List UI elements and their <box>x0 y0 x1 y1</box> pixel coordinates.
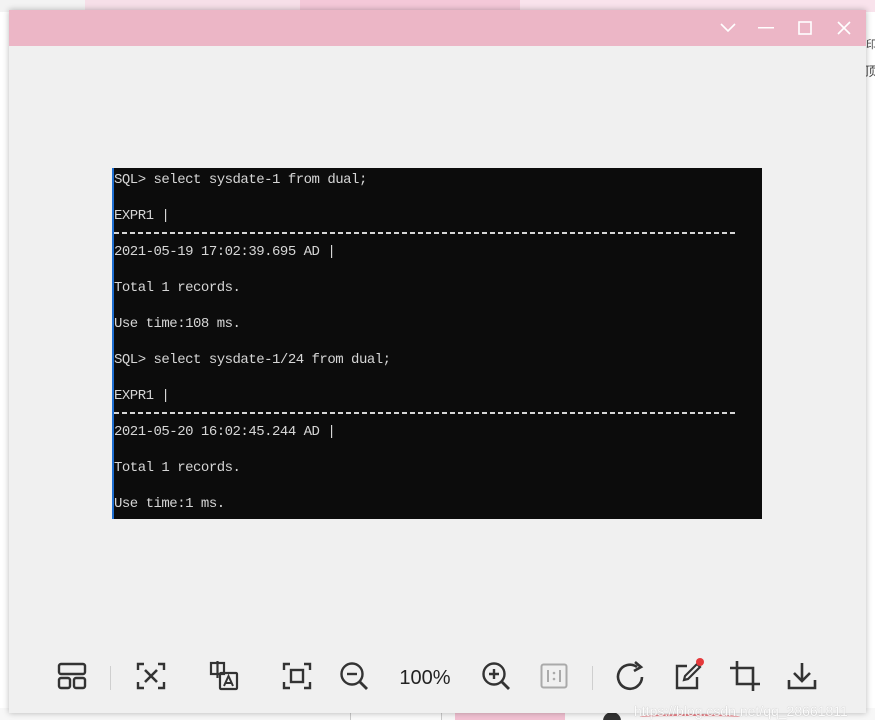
layout-button[interactable] <box>55 658 89 698</box>
crop-button[interactable] <box>728 658 762 698</box>
terminal-line: SQL> select sysdate-1/24 from dual; <box>114 352 391 368</box>
terminal-line: Use time:108 ms. <box>114 316 241 332</box>
chevron-down-icon <box>720 23 736 33</box>
download-icon <box>787 661 817 696</box>
rotate-button[interactable] <box>614 658 648 698</box>
download-button[interactable] <box>785 658 819 698</box>
ocr-button[interactable] <box>134 658 168 698</box>
terminal-separator <box>114 412 738 414</box>
ocr-icon <box>136 662 166 695</box>
actual-size-button <box>537 658 571 698</box>
terminal-line: 2021-05-19 17:02:39.695 AD | <box>114 244 336 260</box>
terminal-line: Total 1 records. <box>114 280 241 296</box>
close-button[interactable] <box>825 10 863 46</box>
zoom-in-icon <box>481 661 511 696</box>
new-badge-dot <box>696 658 704 666</box>
terminal-line: Use time:1 ms. <box>114 496 225 512</box>
terminal-line: EXPR1 | <box>114 388 170 404</box>
terminal-line: SQL> select sysdate-1 from dual; <box>114 172 367 188</box>
minimize-button[interactable] <box>747 10 785 46</box>
actual-size-icon <box>540 663 568 694</box>
toolbar-separator <box>592 666 593 690</box>
terminal-separator <box>114 232 738 234</box>
terminal-line: EXPR1 | <box>114 208 170 224</box>
terminal-line: 2021-05-20 16:02:45.244 AD | <box>114 424 336 440</box>
watermark: https://blog.csdn.net/qq_28661811 <box>634 703 848 719</box>
translate-icon <box>208 660 240 696</box>
maximize-button[interactable] <box>786 10 824 46</box>
terminal-screenshot: SQL> select sysdate-1 from dual; EXPR1 |… <box>112 168 762 519</box>
fit-screen-button[interactable] <box>280 658 314 698</box>
title-bar[interactable] <box>9 10 866 46</box>
crop-icon <box>729 660 761 697</box>
terminal-line: Total 1 records. <box>114 460 241 476</box>
zoom-out-button[interactable] <box>337 658 371 698</box>
toolbar-separator <box>110 666 111 690</box>
zoom-in-button[interactable] <box>479 658 513 698</box>
zoom-level: 100% <box>399 667 451 689</box>
zoom-out-icon <box>339 661 369 696</box>
layout-icon <box>57 662 87 695</box>
background-glyph: 印 <box>866 39 875 51</box>
minimize-icon <box>758 27 774 29</box>
translate-button[interactable] <box>207 658 241 698</box>
viewer-toolbar: 100% <box>9 658 866 698</box>
collapse-button[interactable] <box>709 10 747 46</box>
close-icon <box>837 21 851 35</box>
image-viewer-window: SQL> select sysdate-1 from dual; EXPR1 |… <box>9 10 866 719</box>
fit-screen-icon <box>282 662 312 695</box>
rotate-icon <box>615 660 647 696</box>
maximize-icon <box>798 21 812 35</box>
